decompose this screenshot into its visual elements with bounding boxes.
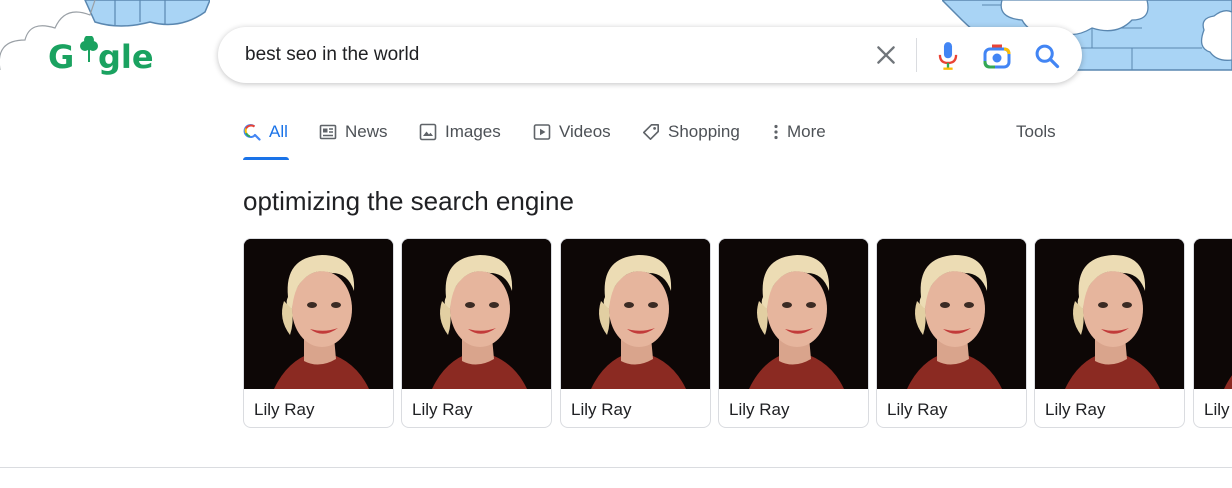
person-card[interactable]: Lily (1193, 238, 1232, 428)
svg-text:G: G (48, 38, 74, 76)
close-icon[interactable] (873, 42, 899, 68)
person-name: Lily (1204, 400, 1230, 419)
person-name: Lily Ray (1045, 400, 1106, 419)
tag-icon (643, 124, 659, 140)
person-card[interactable]: Lily Ray (718, 238, 869, 428)
person-photo (1194, 239, 1232, 389)
person-photo (402, 239, 551, 389)
person-card[interactable]: Lily Ray (876, 238, 1027, 428)
person-name: Lily Ray (571, 400, 632, 419)
video-icon (533, 124, 551, 140)
person-card[interactable]: Lily Ray (560, 238, 711, 428)
tab-label: Videos (559, 122, 611, 141)
results-divider (0, 467, 1232, 468)
person-name: Lily Ray (887, 400, 948, 419)
search-divider (916, 38, 917, 72)
tab-videos[interactable]: Videos (533, 118, 611, 158)
search-icon (243, 124, 261, 141)
camera-lens-icon[interactable] (983, 43, 1011, 69)
person-photo (719, 239, 868, 389)
tab-label: All (269, 122, 288, 141)
search-input[interactable]: best seo in the world (245, 44, 419, 66)
tab-label: Images (445, 122, 501, 141)
tab-shopping[interactable]: Shopping (642, 118, 740, 158)
person-name: Lily Ray (254, 400, 315, 419)
tab-all[interactable]: All (243, 118, 289, 160)
person-photo (1035, 239, 1184, 389)
search-box[interactable]: best seo in the world (218, 27, 1082, 83)
person-card[interactable]: Lily Ray (243, 238, 394, 428)
person-name: Lily Ray (412, 400, 473, 419)
tab-label: News (345, 122, 388, 141)
mic-icon[interactable] (934, 41, 962, 71)
svg-text:gle: gle (98, 38, 154, 76)
tab-images[interactable]: Images (419, 118, 501, 158)
tab-more[interactable]: More (771, 118, 826, 158)
tab-news[interactable]: News (319, 118, 388, 158)
person-photo (561, 239, 710, 389)
person-card[interactable]: Lily Ray (401, 238, 552, 428)
google-logo[interactable]: G gle (48, 36, 166, 80)
news-icon (319, 124, 337, 140)
person-name: Lily Ray (729, 400, 790, 419)
tools-button[interactable]: Tools (1016, 118, 1056, 146)
more-vert-icon (774, 124, 778, 140)
tab-label: Shopping (668, 122, 740, 141)
tab-label: More (787, 122, 826, 141)
section-title: optimizing the search engine (243, 186, 574, 216)
person-photo (244, 239, 393, 389)
search-icon[interactable] (1033, 42, 1061, 70)
person-photo (877, 239, 1026, 389)
person-card[interactable]: Lily Ray (1034, 238, 1185, 428)
people-carousel: Lily Ray Lily Ray Lily Ray Lily Ray Lily… (243, 238, 1232, 430)
image-icon (419, 123, 437, 141)
